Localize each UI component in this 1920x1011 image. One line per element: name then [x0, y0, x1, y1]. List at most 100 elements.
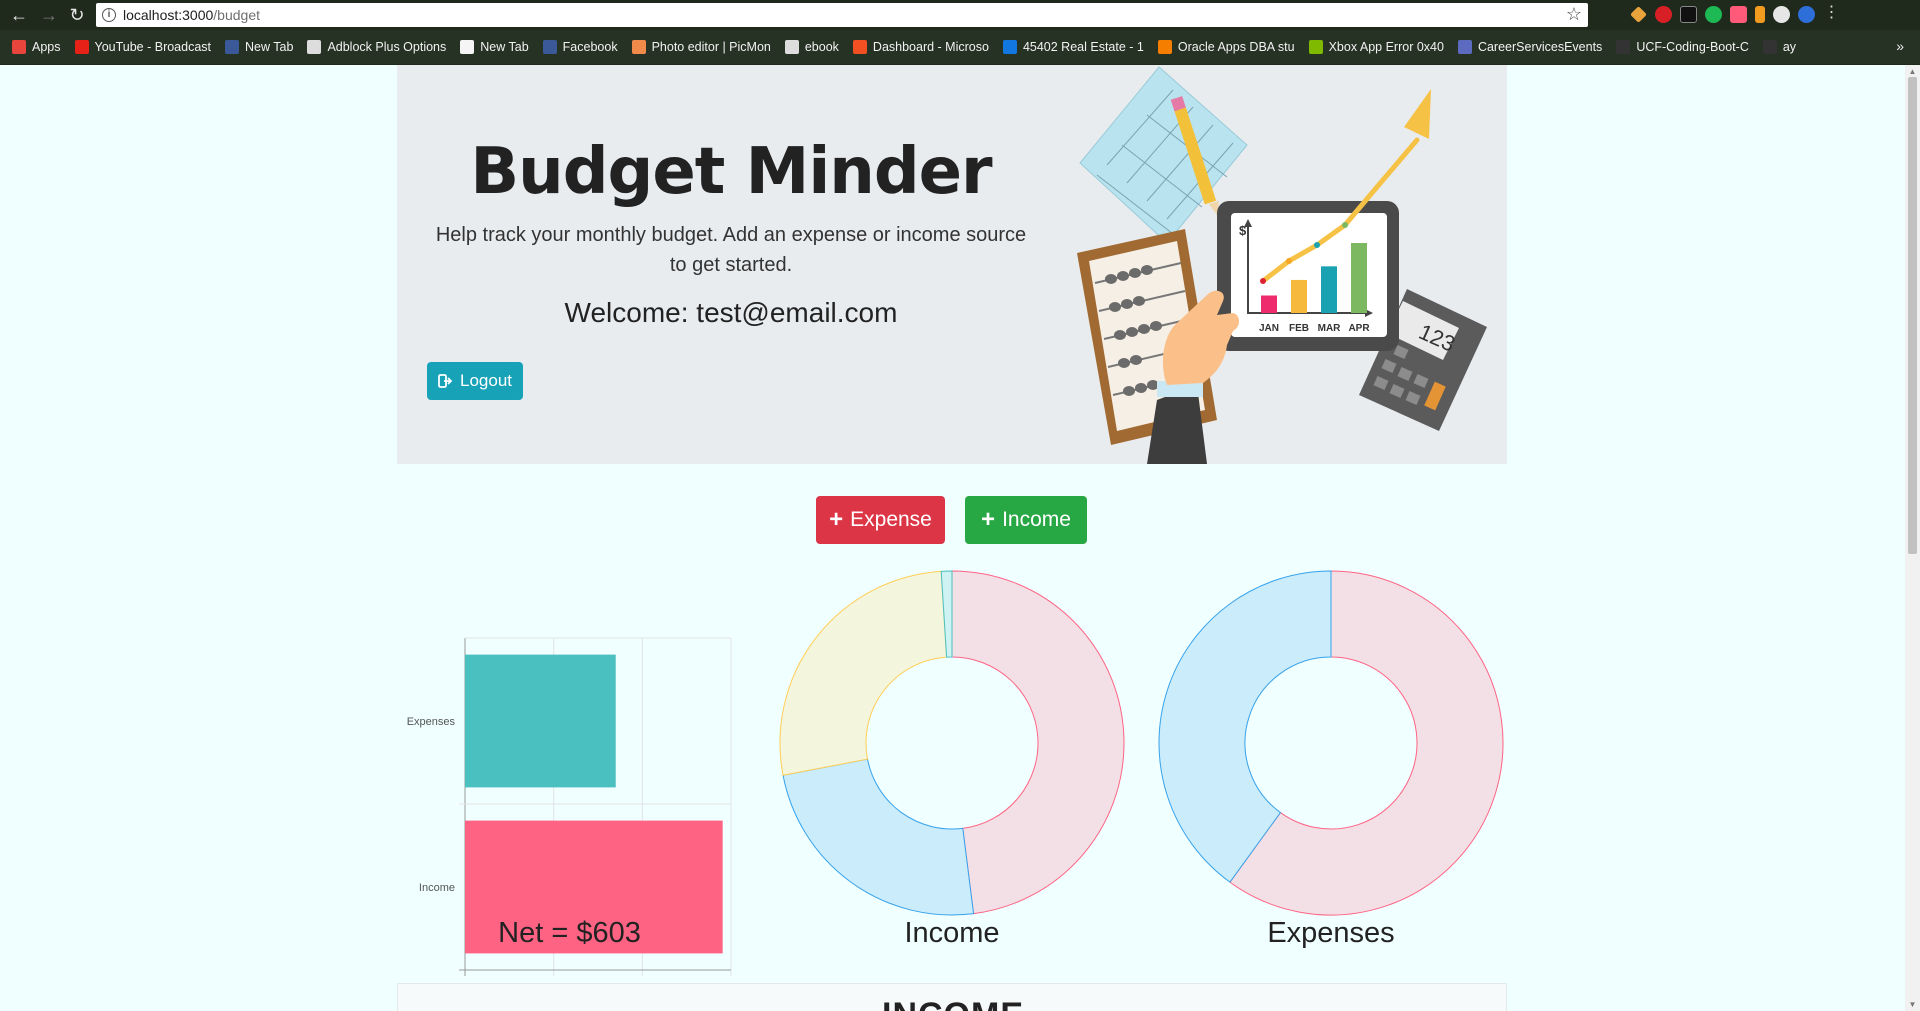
bookmark-label: New Tab: [480, 40, 529, 54]
bookmark-label: Photo editor | PicMon: [651, 40, 771, 54]
page-lead: Help track your monthly budget. Add an e…: [435, 224, 1027, 276]
youtube-icon: [74, 40, 89, 54]
browser-chrome: ← → ↻ i localhost:3000/budget ☆ ⋮ Apps Yo…: [0, 0, 1920, 65]
bookmark-item[interactable]: YouTube - Broadcast: [74, 40, 212, 54]
forward-icon[interactable]: →: [38, 4, 60, 26]
expenses-doughnut-chart: [1158, 570, 1504, 916]
address-bar[interactable]: i localhost:3000/budget ☆: [96, 3, 1588, 27]
microsoft-icon: [852, 40, 867, 54]
bookmark-item[interactable]: ebook: [784, 40, 839, 54]
scroll-down-icon[interactable]: ▼: [1908, 1000, 1917, 1009]
picmonkey-icon: [631, 40, 646, 54]
net-label: Net = $603: [498, 917, 641, 949]
blogger-icon: [1157, 40, 1172, 54]
bookmark-item[interactable]: New Tab: [225, 40, 293, 54]
page-icon: [784, 40, 799, 54]
site-info-icon[interactable]: i: [102, 8, 116, 22]
bookmark-item[interactable]: Dashboard - Microso: [852, 40, 989, 54]
bookmark-item[interactable]: Apps: [12, 40, 61, 54]
page-scrollbar[interactable]: ▲ ▼: [1905, 65, 1920, 1011]
income-section-title: INCOME: [398, 996, 1508, 1011]
income-chart-title: Income: [904, 917, 1000, 949]
extension-diamond-icon[interactable]: [1630, 6, 1647, 23]
scroll-up-icon[interactable]: ▲: [1908, 67, 1917, 76]
bookmark-label: ay: [1782, 40, 1797, 54]
bookmark-label: Oracle Apps DBA stu: [1177, 40, 1295, 54]
bookmark-label: ebook: [804, 40, 839, 54]
welcome-message: Welcome: test@email.com: [564, 297, 898, 328]
bookmark-label: YouTube - Broadcast: [94, 40, 212, 54]
bookmarks-bar: Apps YouTube - Broadcast New Tab Adblock Pl…: [0, 30, 1920, 64]
bookmark-item[interactable]: Facebook: [542, 40, 618, 54]
bookmark-item[interactable]: New Tab: [460, 40, 529, 54]
bookmark-star-icon[interactable]: ☆: [1566, 4, 1582, 25]
bar-expenses: [465, 654, 616, 788]
tablet-icon: $ JAN FEB MAR APR: [1217, 201, 1399, 351]
add-income-label: Income: [1002, 508, 1071, 531]
microsoft-icon: [1308, 40, 1323, 54]
tablet-bar: [1351, 243, 1367, 313]
income-doughnut-chart: [779, 570, 1125, 916]
income-slice: [782, 758, 975, 916]
bookmark-item[interactable]: 45402 Real Estate - 1: [1002, 40, 1144, 54]
bookmark-item[interactable]: Photo editor | PicMon: [631, 40, 771, 54]
bar-chart-category-label: Income: [419, 882, 455, 894]
extension-amazon-icon[interactable]: [1680, 6, 1697, 23]
bookmark-item[interactable]: UCF-Coding-Boot-C: [1616, 40, 1749, 54]
tablet-month-label: FEB: [1289, 323, 1309, 334]
logout-label: Logout: [460, 371, 512, 390]
extension-green-icon[interactable]: [1705, 6, 1722, 23]
address-url[interactable]: localhost:3000/budget: [123, 7, 260, 23]
bookmark-label: CareerServicesEvents: [1477, 40, 1603, 54]
income-section-card: INCOME: [397, 983, 1507, 1011]
extension-icons: ⋮: [1630, 5, 1840, 24]
page-icon: [307, 40, 322, 54]
calendar-icon: [1457, 40, 1472, 54]
add-income-button[interactable]: + Income: [965, 496, 1087, 544]
bookmarks-overflow-icon[interactable]: »: [1896, 38, 1904, 54]
bookmark-label: Facebook: [562, 40, 618, 54]
extension-circle-icon[interactable]: [1773, 6, 1790, 23]
bookmark-label: Adblock Plus Options: [327, 40, 447, 54]
zillow-icon: [1002, 40, 1017, 54]
url-host: localhost:3000: [123, 7, 214, 23]
page-content: Budget Minder Help track your monthly bu…: [0, 65, 1905, 1011]
bookmark-label: 45402 Real Estate - 1: [1022, 40, 1144, 54]
scrollbar-thumb[interactable]: [1908, 77, 1917, 554]
bookmark-label: Xbox App Error 0x40: [1328, 40, 1444, 54]
facebook-icon: [542, 40, 557, 54]
plus-icon: +: [981, 506, 996, 533]
browser-toolbar: ← → ↻ i localhost:3000/budget ☆ ⋮: [0, 0, 1920, 30]
back-icon[interactable]: ←: [8, 4, 30, 26]
logout-button[interactable]: Logout: [427, 362, 523, 400]
tablet-month-label: MAR: [1318, 323, 1342, 334]
add-expense-label: Expense: [850, 508, 932, 531]
expenses-chart-title: Expenses: [1267, 917, 1395, 949]
url-path: /budget: [213, 7, 261, 23]
bookmark-label: Dashboard - Microso: [872, 40, 989, 54]
tablet-bar: [1291, 279, 1307, 313]
bookmark-item[interactable]: ay: [1762, 40, 1797, 54]
tablet-month-label: JAN: [1259, 323, 1279, 334]
bookmark-item[interactable]: Adblock Plus Options: [307, 40, 446, 54]
bookmark-item[interactable]: CareerServicesEvents: [1457, 40, 1603, 54]
menu-dots-icon[interactable]: ⋮: [1823, 5, 1840, 23]
github-icon: [1762, 40, 1777, 54]
extension-blue-icon[interactable]: [1798, 6, 1815, 23]
hexagon-icon: [460, 40, 475, 54]
sign-out-icon: [438, 374, 453, 388]
extension-adblock-icon[interactable]: [1655, 6, 1672, 23]
github-icon: [1616, 40, 1631, 54]
bar-chart-category-label: Expenses: [407, 716, 456, 728]
budget-illustration: 123 $ JAN FEB MAR APR: [1077, 66, 1487, 464]
reload-icon[interactable]: ↻: [66, 4, 88, 26]
bookmark-item[interactable]: Xbox App Error 0x40: [1308, 40, 1444, 54]
extension-video-icon[interactable]: [1730, 6, 1747, 23]
tablet-month-label: APR: [1348, 323, 1370, 334]
apps-grid-icon: [12, 40, 26, 54]
bookmark-item[interactable]: Oracle Apps DBA stu: [1157, 40, 1295, 54]
extension-flag-icon[interactable]: [1755, 6, 1765, 23]
add-expense-button[interactable]: + Expense: [816, 496, 945, 544]
plus-icon: +: [829, 506, 844, 533]
bookmark-label: Apps: [32, 40, 61, 54]
